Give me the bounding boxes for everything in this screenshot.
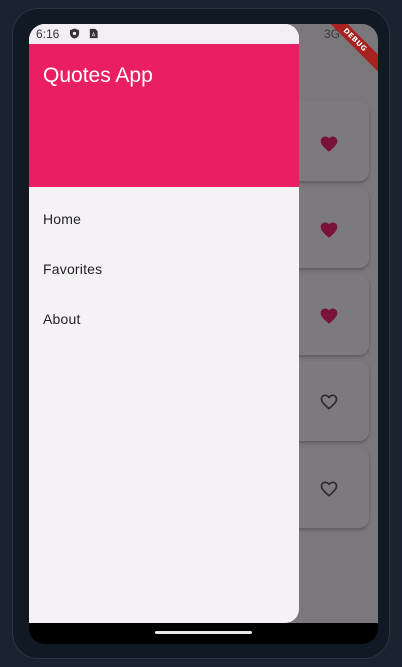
- heart-filled-icon[interactable]: [319, 220, 339, 240]
- menu-item-label: Favorites: [43, 261, 103, 277]
- menu-item-label: About: [43, 311, 81, 327]
- drawer-header: Quotes App: [29, 44, 299, 187]
- menu-item-home[interactable]: Home: [29, 195, 299, 245]
- status-time: 6:16: [36, 27, 60, 41]
- drawer-status-bar: 6:16 A: [29, 24, 299, 44]
- shield-icon: [69, 28, 80, 39]
- menu-item-favorites[interactable]: Favorites: [29, 245, 299, 295]
- menu-item-about[interactable]: About: [29, 295, 299, 345]
- app-screen: 3G DEBUG 6:16 A Quotes App Home Favorite…: [29, 24, 378, 623]
- heart-filled-icon[interactable]: [319, 306, 339, 326]
- sim-icon: A: [89, 28, 98, 38]
- navigation-drawer: 6:16 A Quotes App Home Favorites About: [29, 24, 299, 623]
- menu-item-label: Home: [43, 211, 82, 227]
- heart-outline-icon[interactable]: [319, 479, 339, 499]
- drawer-title: Quotes App: [43, 64, 153, 87]
- system-navigation-bar: [29, 623, 378, 644]
- home-gesture-handle[interactable]: [155, 631, 252, 634]
- heart-outline-icon[interactable]: [319, 392, 339, 412]
- svg-text:A: A: [92, 32, 96, 38]
- heart-filled-icon[interactable]: [319, 134, 339, 154]
